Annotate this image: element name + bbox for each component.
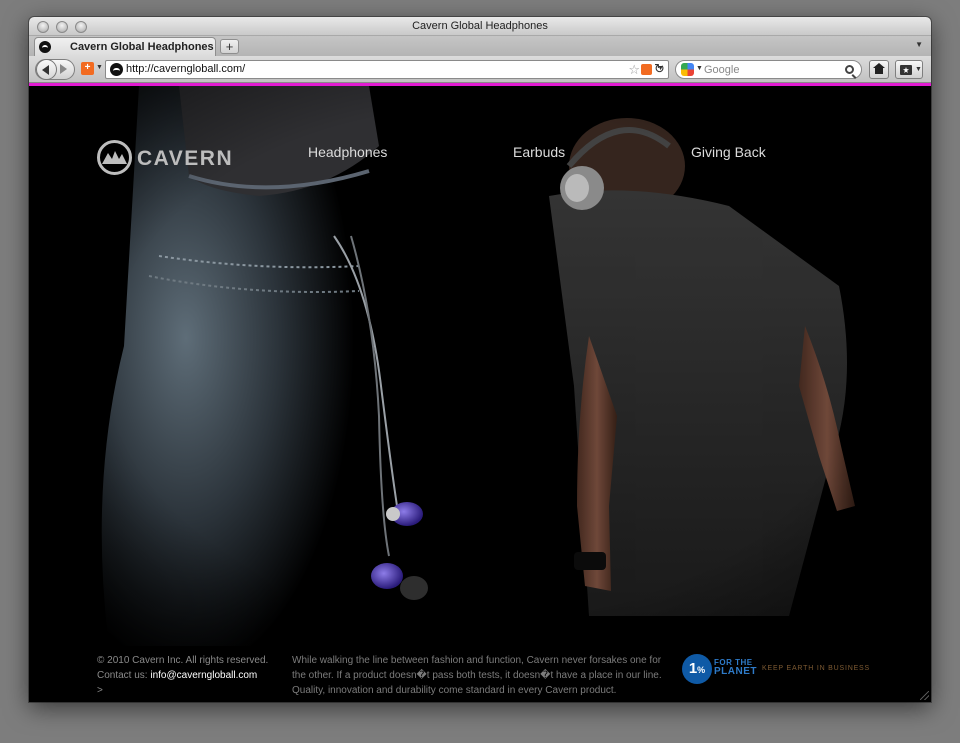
- footer-blurb: While walking the line between fashion a…: [292, 655, 662, 696]
- search-bar[interactable]: ▼: [675, 60, 862, 79]
- one-percent-badge-icon: 1%: [682, 654, 712, 684]
- search-input[interactable]: [704, 62, 844, 77]
- logo-text: CAVERN: [137, 147, 234, 170]
- site-favicon-icon: [110, 63, 123, 76]
- bookmark-star-icon[interactable]: ☆: [628, 62, 640, 77]
- footer-arrow[interactable]: >: [97, 683, 287, 698]
- search-icon[interactable]: [845, 65, 854, 74]
- url-bar[interactable]: http://caverngloball.com/ ☆ ▼: [105, 60, 669, 79]
- search-engine-chevron-down-icon[interactable]: ▼: [696, 65, 703, 72]
- copyright-text: © 2010 Cavern Inc. All rights reserved.: [97, 655, 269, 666]
- cavern-favicon-icon: [39, 41, 51, 53]
- one-percent-tagline: KEEP EARTH IN BUSINESS: [762, 665, 870, 672]
- addon-chevron-down-icon[interactable]: ▼: [96, 64, 103, 71]
- hero-image: [29, 86, 931, 702]
- back-arrow-icon[interactable]: [36, 59, 57, 80]
- home-button[interactable]: [869, 60, 889, 79]
- one-percent-for-the-planet-logo[interactable]: 1% FOR THE PLANET KEEP EARTH IN BUSINESS: [682, 654, 902, 686]
- nav-earbuds[interactable]: Earbuds: [513, 144, 565, 160]
- home-icon: [873, 63, 885, 74]
- bookmarks-icon: [900, 65, 912, 75]
- reload-icon[interactable]: ↻: [654, 61, 665, 76]
- tab-label: Cavern Global Headphones: [70, 41, 214, 53]
- url-addon-icon[interactable]: [641, 64, 652, 75]
- page-content: CAVERN Headphones Earbuds Giving Back © …: [29, 86, 931, 702]
- nav-giving-back[interactable]: Giving Back: [691, 144, 766, 160]
- google-search-engine-icon[interactable]: [681, 63, 694, 76]
- nav-headphones[interactable]: Headphones: [308, 144, 387, 160]
- cavern-logo-icon: [97, 140, 132, 175]
- one-percent-words: FOR THE PLANET: [714, 658, 757, 677]
- footer-contact: © 2010 Cavern Inc. All rights reserved. …: [97, 653, 287, 698]
- back-forward-group: [35, 59, 75, 80]
- title-bar: Cavern Global Headphones: [29, 17, 931, 36]
- browser-window: Cavern Global Headphones Cavern Global H…: [29, 17, 931, 702]
- new-tab-button[interactable]: +: [220, 39, 239, 54]
- forward-arrow-icon[interactable]: [60, 64, 67, 74]
- tab-list-chevron-down-icon[interactable]: ▼: [915, 40, 923, 49]
- contact-prefix: Contact us:: [97, 670, 148, 681]
- email-link[interactable]: info@caverngloball.com: [150, 670, 257, 681]
- url-text[interactable]: http://caverngloball.com/: [126, 63, 245, 75]
- bookmarks-chevron-down-icon: ▼: [915, 66, 922, 73]
- navigation-toolbar: + ▼ http://caverngloball.com/ ☆ ▼ ↻ ▼ ▼: [29, 56, 931, 83]
- window-title: Cavern Global Headphones: [412, 20, 548, 32]
- contact-line: Contact us: info@caverngloball.com: [97, 668, 287, 683]
- tab-strip: Cavern Global Headphones + ▼: [29, 36, 931, 56]
- tab-cavern[interactable]: Cavern Global Headphones: [34, 37, 216, 56]
- bookmarks-button[interactable]: ▼: [895, 60, 923, 79]
- resize-grip-icon[interactable]: [920, 691, 929, 700]
- addon-button[interactable]: +: [81, 62, 94, 75]
